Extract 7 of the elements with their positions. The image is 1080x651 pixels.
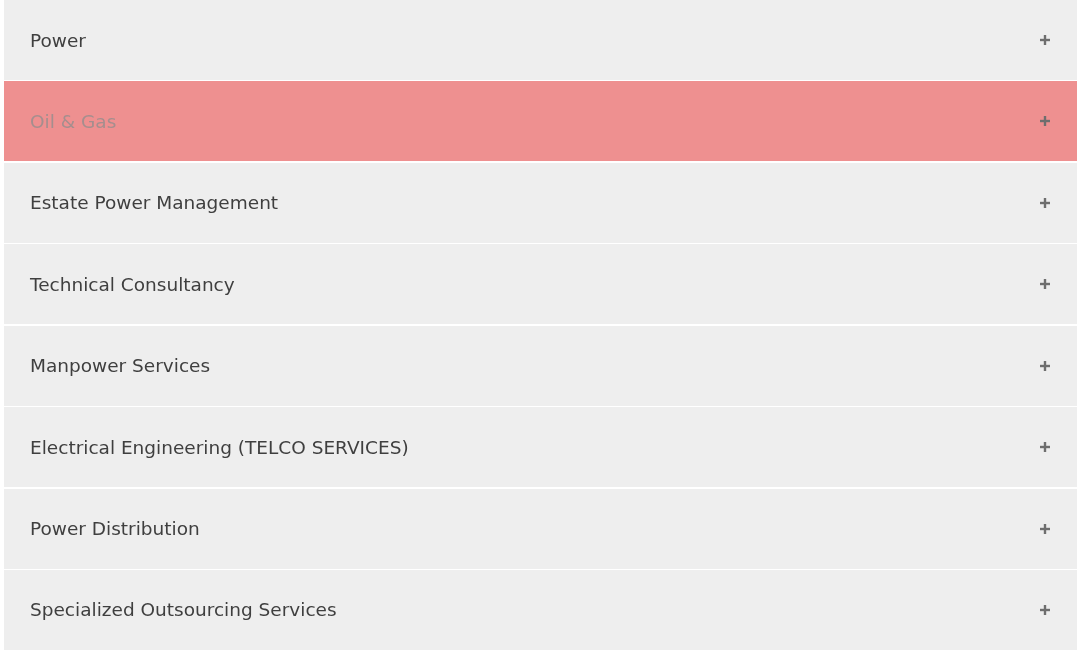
accordion-header[interactable]: Estate Power Management: [4, 162, 1077, 243]
accordion-header[interactable]: Manpower Services: [4, 325, 1077, 406]
accordion-header[interactable]: Technical Consultancy: [4, 244, 1077, 325]
accordion-header[interactable]: Power Distribution: [4, 488, 1077, 569]
accordion-header[interactable]: Power: [4, 0, 1077, 80]
accordion-header[interactable]: Specialized Outsourcing Services: [4, 569, 1077, 650]
accordion-header[interactable]: Electrical Engineering (TELCO SERVICES): [4, 407, 1077, 488]
